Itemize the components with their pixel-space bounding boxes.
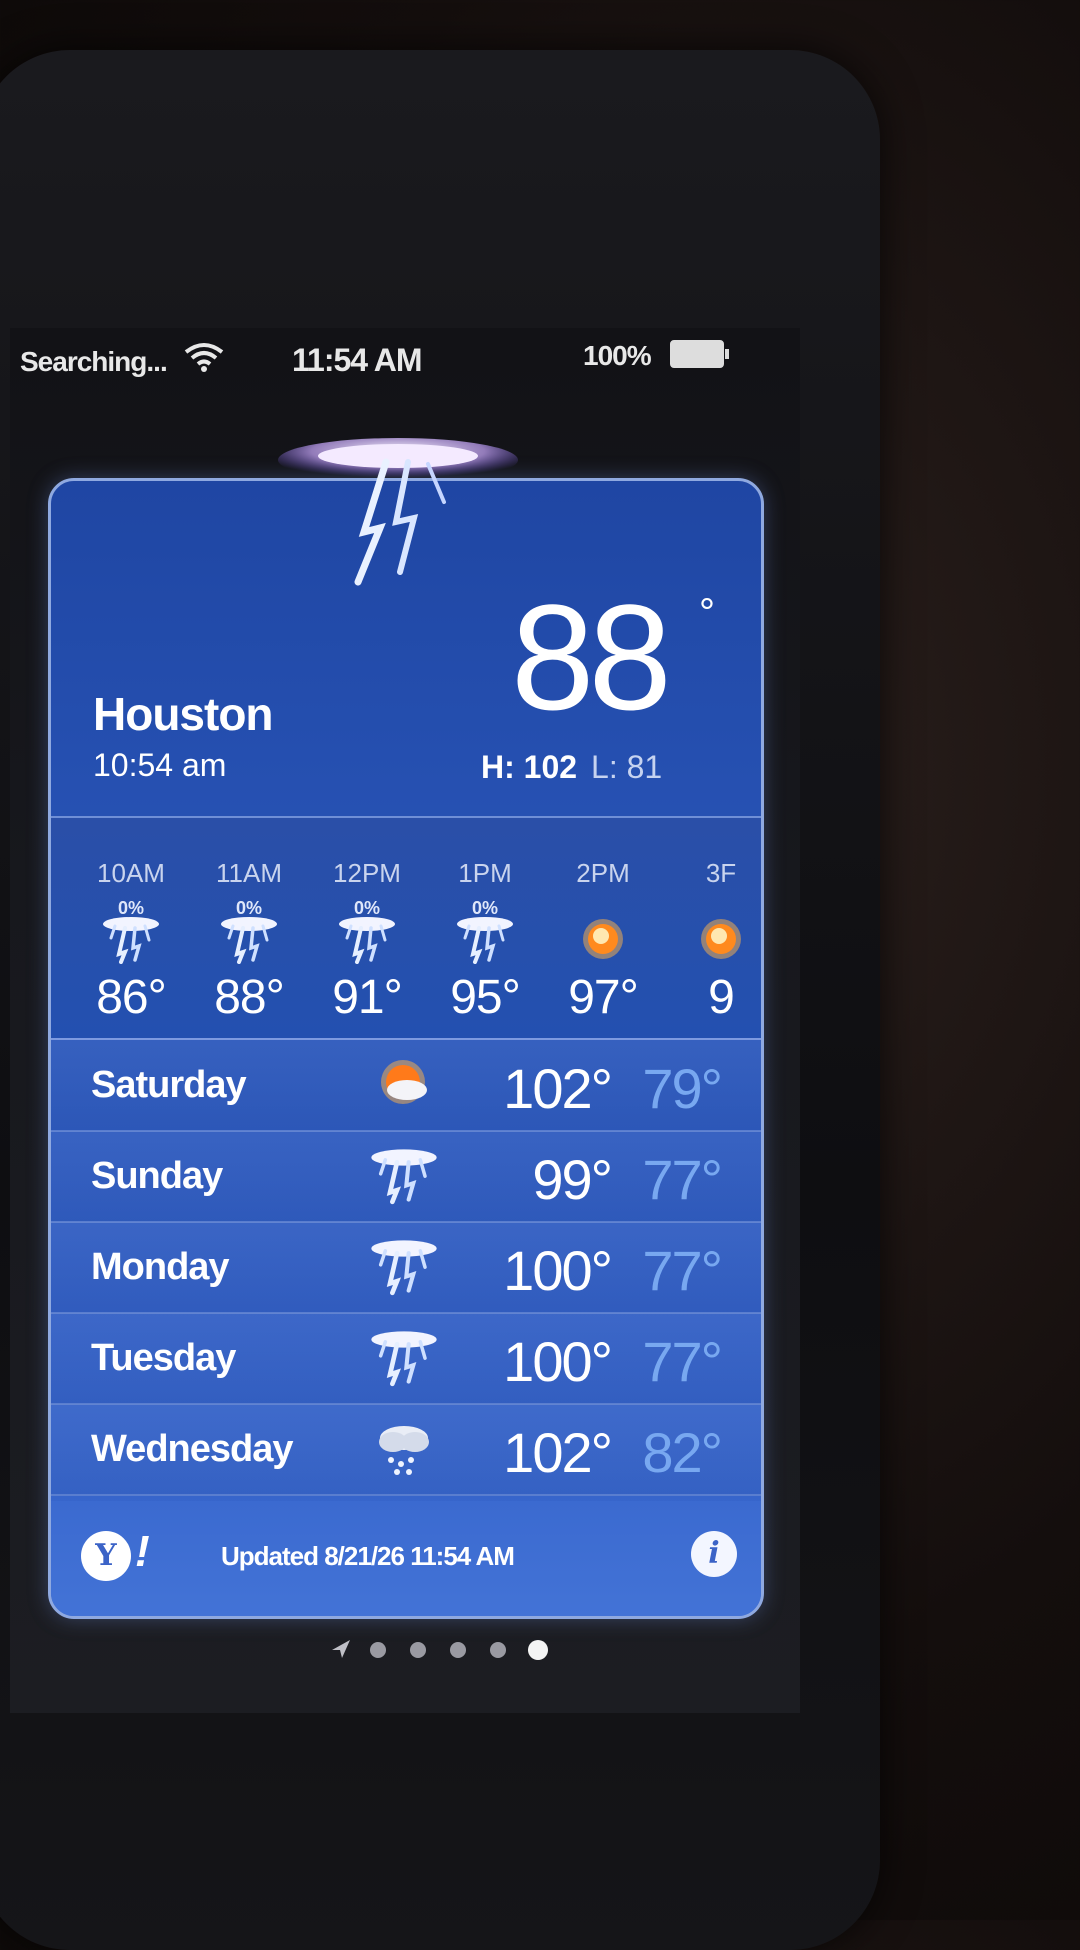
status-time: 11:54 AM xyxy=(292,342,423,378)
daily-forecast: Saturday 102° 79° Sunday 99° 77° Monday 100° 77°… xyxy=(51,1040,761,1500)
hour-label: 11AM xyxy=(216,858,282,888)
day-high: 100° xyxy=(503,1239,613,1302)
hour-temp: 95° xyxy=(450,971,521,1024)
forecast-row: Saturday 102° 79° xyxy=(51,1040,761,1132)
day-name: Sunday xyxy=(91,1155,223,1197)
wifi-icon xyxy=(184,342,224,380)
page-dot[interactable] xyxy=(410,1642,426,1658)
location-arrow-icon[interactable] xyxy=(330,1638,352,1660)
partly-sunny-icon xyxy=(369,1054,439,1114)
sun-icon xyxy=(573,914,633,964)
day-low: 77° xyxy=(642,1148,723,1211)
hour-label: 12PM xyxy=(333,858,401,888)
battery-percent: 100% xyxy=(583,340,652,371)
current-temperature: 88 xyxy=(511,573,672,741)
hour-temp: 91° xyxy=(332,971,403,1024)
thunderstorm-icon xyxy=(369,1145,439,1205)
day-name: Monday xyxy=(91,1246,230,1288)
page-dot[interactable] xyxy=(490,1642,506,1658)
phone-screen: Searching... 11:54 AM 100% Houston 10:54… xyxy=(10,328,800,1713)
hour-label: 2PM xyxy=(576,858,630,888)
day-name: Wednesday xyxy=(91,1428,293,1470)
page-dot[interactable] xyxy=(370,1642,386,1658)
info-icon[interactable]: i xyxy=(691,1531,737,1577)
weather-card[interactable]: Houston 10:54 am 88 ° H: 102 L: 81 10AM 0%… xyxy=(48,478,764,1619)
high-temp: H: 102 xyxy=(481,749,578,785)
battery-icon xyxy=(670,340,729,368)
hour-temp: 86° xyxy=(96,971,167,1024)
low-temp: L: 81 xyxy=(591,749,663,785)
local-time: 10:54 am xyxy=(93,747,227,783)
forecast-row: Tuesday 100° 77° xyxy=(51,1313,761,1405)
day-name: Tuesday xyxy=(91,1337,236,1379)
page-dot-active[interactable] xyxy=(528,1640,548,1660)
hour-temp: 88° xyxy=(214,971,285,1024)
day-low: 79° xyxy=(642,1057,723,1120)
thunderstorm-icon xyxy=(278,438,518,586)
day-low: 77° xyxy=(642,1239,723,1302)
phone-frame: Searching... 11:54 AM 100% Houston 10:54… xyxy=(0,50,880,1950)
city-name: Houston xyxy=(93,688,274,740)
hour-temp: 97° xyxy=(568,971,639,1024)
rain-cloud-icon xyxy=(369,1418,439,1478)
forecast-row: Monday 100° 77° xyxy=(51,1222,761,1314)
yahoo-exclamation: ! xyxy=(135,1527,150,1576)
hour-label: 3F xyxy=(705,858,737,888)
carrier-label: Searching... xyxy=(20,346,168,377)
day-high: 102° xyxy=(503,1421,613,1484)
thunderstorm-icon xyxy=(337,914,397,964)
day-name: Saturday xyxy=(91,1064,247,1106)
day-low: 82° xyxy=(642,1421,723,1484)
yahoo-logo[interactable]: Y xyxy=(81,1531,131,1581)
day-low: 77° xyxy=(642,1330,723,1393)
degree-symbol: ° xyxy=(699,591,715,635)
hour-label: 1PM xyxy=(458,858,512,888)
day-high: 100° xyxy=(503,1330,613,1393)
thunderstorm-icon xyxy=(455,914,515,964)
updated-timestamp: Updated 8/21/26 11:54 AM xyxy=(221,1541,515,1571)
thunderstorm-icon xyxy=(369,1327,439,1387)
hourly-forecast[interactable]: 10AM 0% 86° 11AM 0% 88° 12PM 0% 91° 1PM 0% 95° 2PM 97… xyxy=(51,818,761,1038)
high-low: H: 102 L: 81 xyxy=(481,749,662,786)
thunderstorm-icon xyxy=(101,914,161,964)
sun-icon xyxy=(691,914,751,964)
card-footer: Y ! Updated 8/21/26 11:54 AM i xyxy=(51,1501,761,1616)
thunderstorm-icon xyxy=(219,914,279,964)
forecast-row: Wednesday 102° 82° xyxy=(51,1404,761,1496)
forecast-row: Sunday 99° 77° xyxy=(51,1131,761,1223)
hour-label: 10AM xyxy=(97,858,165,888)
hour-temp: 9 xyxy=(708,971,735,1024)
day-high: 99° xyxy=(532,1148,613,1211)
page-dot[interactable] xyxy=(450,1642,466,1658)
day-high: 102° xyxy=(503,1057,613,1120)
status-bar: Searching... 11:54 AM 100% xyxy=(10,328,800,388)
thunderstorm-icon xyxy=(369,1236,439,1296)
